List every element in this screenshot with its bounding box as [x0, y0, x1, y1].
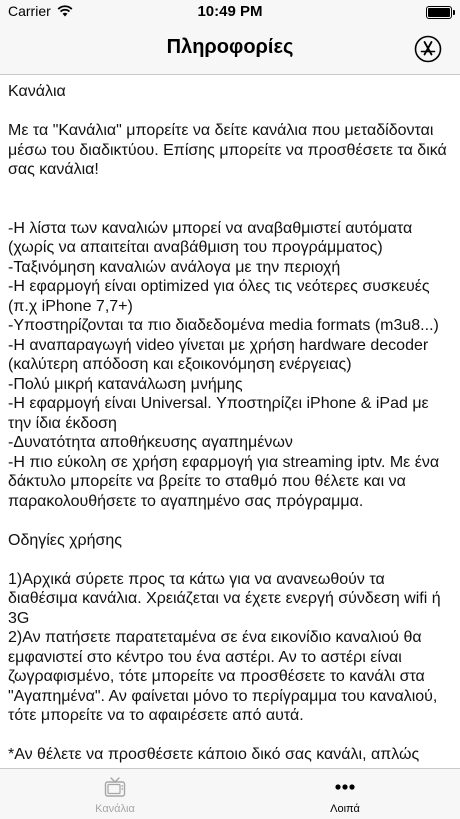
- feature-item: -Η αναπαραγωγή video γίνεται με χρήση ha…: [8, 336, 433, 374]
- section-heading-instructions: Οδηγίες χρήσης: [8, 531, 122, 549]
- tab-more[interactable]: Λοιπά: [230, 769, 460, 819]
- tab-bar: Κανάλια Λοιπά: [0, 768, 460, 819]
- instruction-note: *Αν θέλετε να προσθέσετε κάποιο δικό σας…: [8, 746, 420, 763]
- tab-channels[interactable]: Κανάλια: [0, 769, 230, 819]
- tv-icon: [104, 777, 126, 797]
- feature-item: -Η πιο εύκολη σε χρήση εφαρμογή για stre…: [8, 453, 444, 510]
- feature-item: -Πολύ μικρή κατανάλωση μνήμης: [8, 375, 243, 393]
- section-heading-channels: Κανάλια: [8, 83, 66, 100]
- battery-icon: [426, 6, 455, 19]
- intro-paragraph: Με τα "Κανάλια" μπορείτε να δείτε κανάλι…: [8, 122, 452, 178]
- instruction-item: 2)Αν πατήσετε παρατεταμένα σε ένα εικονί…: [8, 629, 442, 724]
- feature-item: -Δυνατότητα αποθήκευσης αγαπημένων: [8, 434, 293, 451]
- feature-item: -Υποστηρίζονται τα πιο διαδεδομένα media…: [8, 317, 439, 334]
- tab-label-channels: Κανάλια: [95, 803, 135, 815]
- app-store-icon[interactable]: [414, 35, 442, 63]
- more-icon: [335, 784, 355, 790]
- status-time: 10:49 PM: [197, 3, 263, 20]
- page-title: Πληροφορίες: [166, 36, 294, 58]
- navigation-bar: Πληροφορίες: [0, 24, 460, 75]
- status-bar: Carrier 10:49 PM: [0, 0, 460, 24]
- feature-item: -Η εφαρμογή είναι optimized για όλες τις…: [8, 278, 434, 315]
- info-text-area[interactable]: Κανάλια Με τα "Κανάλια" μπορείτε να δείτ…: [0, 75, 460, 765]
- feature-item: -Η εφαρμογή είναι Universal. Υποστηρίζει…: [8, 395, 434, 432]
- feature-item: -Η λίστα των καναλιών μπορεί να αναβαθμι…: [8, 219, 417, 257]
- instruction-item: 1)Αρχικά σύρετε προς τα κάτω για να αναν…: [8, 570, 446, 627]
- tab-label-more: Λοιπά: [330, 803, 360, 815]
- feature-item: -Ταξινόμηση καναλιών ανάλογα με την περι…: [8, 258, 341, 276]
